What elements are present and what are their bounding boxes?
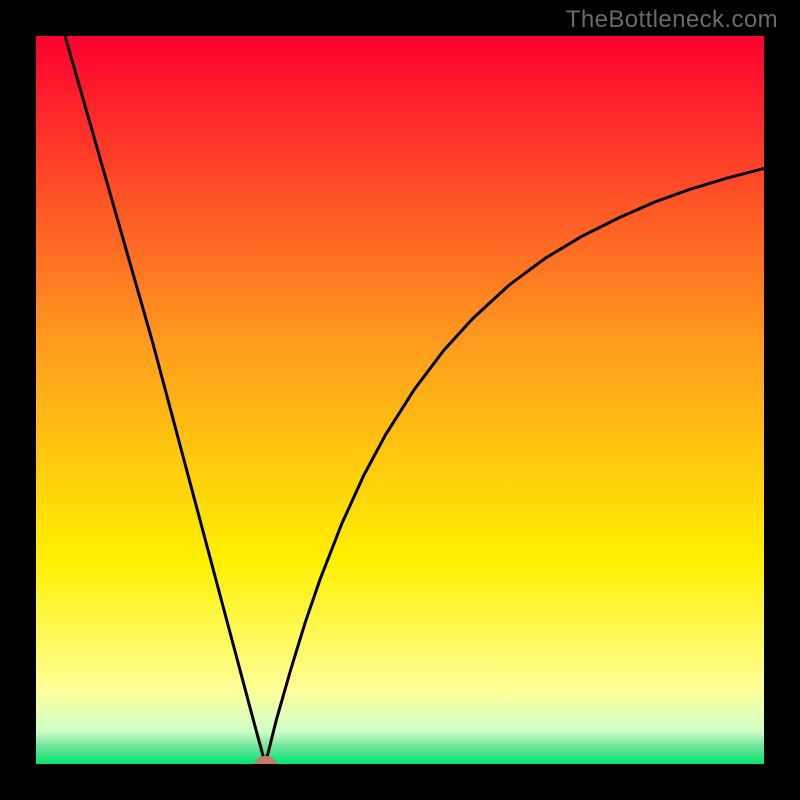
chart-plot <box>36 36 764 764</box>
watermark-text: TheBottleneck.com <box>566 6 778 34</box>
gradient-background <box>36 36 764 764</box>
chart-frame: TheBottleneck.com <box>0 0 800 800</box>
